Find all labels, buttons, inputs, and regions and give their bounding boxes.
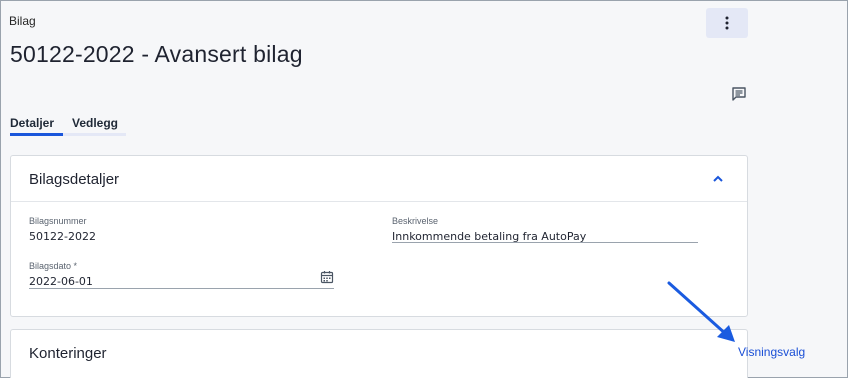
more-options-button[interactable] xyxy=(706,8,748,38)
tab-bar: Detaljer Vedlegg xyxy=(10,112,126,136)
konteringer-card-title: Konteringer xyxy=(29,345,107,362)
beskrivelse-underline xyxy=(392,242,698,243)
comment-button[interactable] xyxy=(731,86,747,107)
kebab-vertical-icon xyxy=(725,16,729,30)
details-card-title: Bilagsdetaljer xyxy=(29,171,120,188)
bilagsdato-label: Bilagsdato * xyxy=(29,261,78,271)
comment-icon xyxy=(732,87,746,101)
tab-vedlegg[interactable]: Vedlegg xyxy=(63,112,126,136)
breadcrumb[interactable]: Bilag xyxy=(9,14,36,28)
calendar-icon[interactable] xyxy=(320,270,334,284)
page-title: 50122-2022 - Avansert bilag xyxy=(10,41,303,67)
bilagsdato-input[interactable]: 2022-06-01 xyxy=(29,275,93,288)
bilagsnummer-value: 50122-2022 xyxy=(29,230,96,243)
tab-detaljer[interactable]: Detaljer xyxy=(10,112,63,136)
chevron-up-icon[interactable] xyxy=(711,172,725,186)
visningsvalg-link[interactable]: Visningsvalg xyxy=(738,345,805,359)
details-card-header[interactable]: Bilagsdetaljer xyxy=(11,156,747,202)
bilagsdato-underline xyxy=(29,288,334,289)
bilagsnummer-label: Bilagsnummer xyxy=(29,216,87,226)
details-card: Bilagsdetaljer Bilagsnummer 50122-2022 B… xyxy=(10,155,748,317)
annotation-arrow-icon xyxy=(667,281,735,342)
konteringer-card: Konteringer xyxy=(10,329,748,378)
beskrivelse-label: Beskrivelse xyxy=(392,216,439,226)
